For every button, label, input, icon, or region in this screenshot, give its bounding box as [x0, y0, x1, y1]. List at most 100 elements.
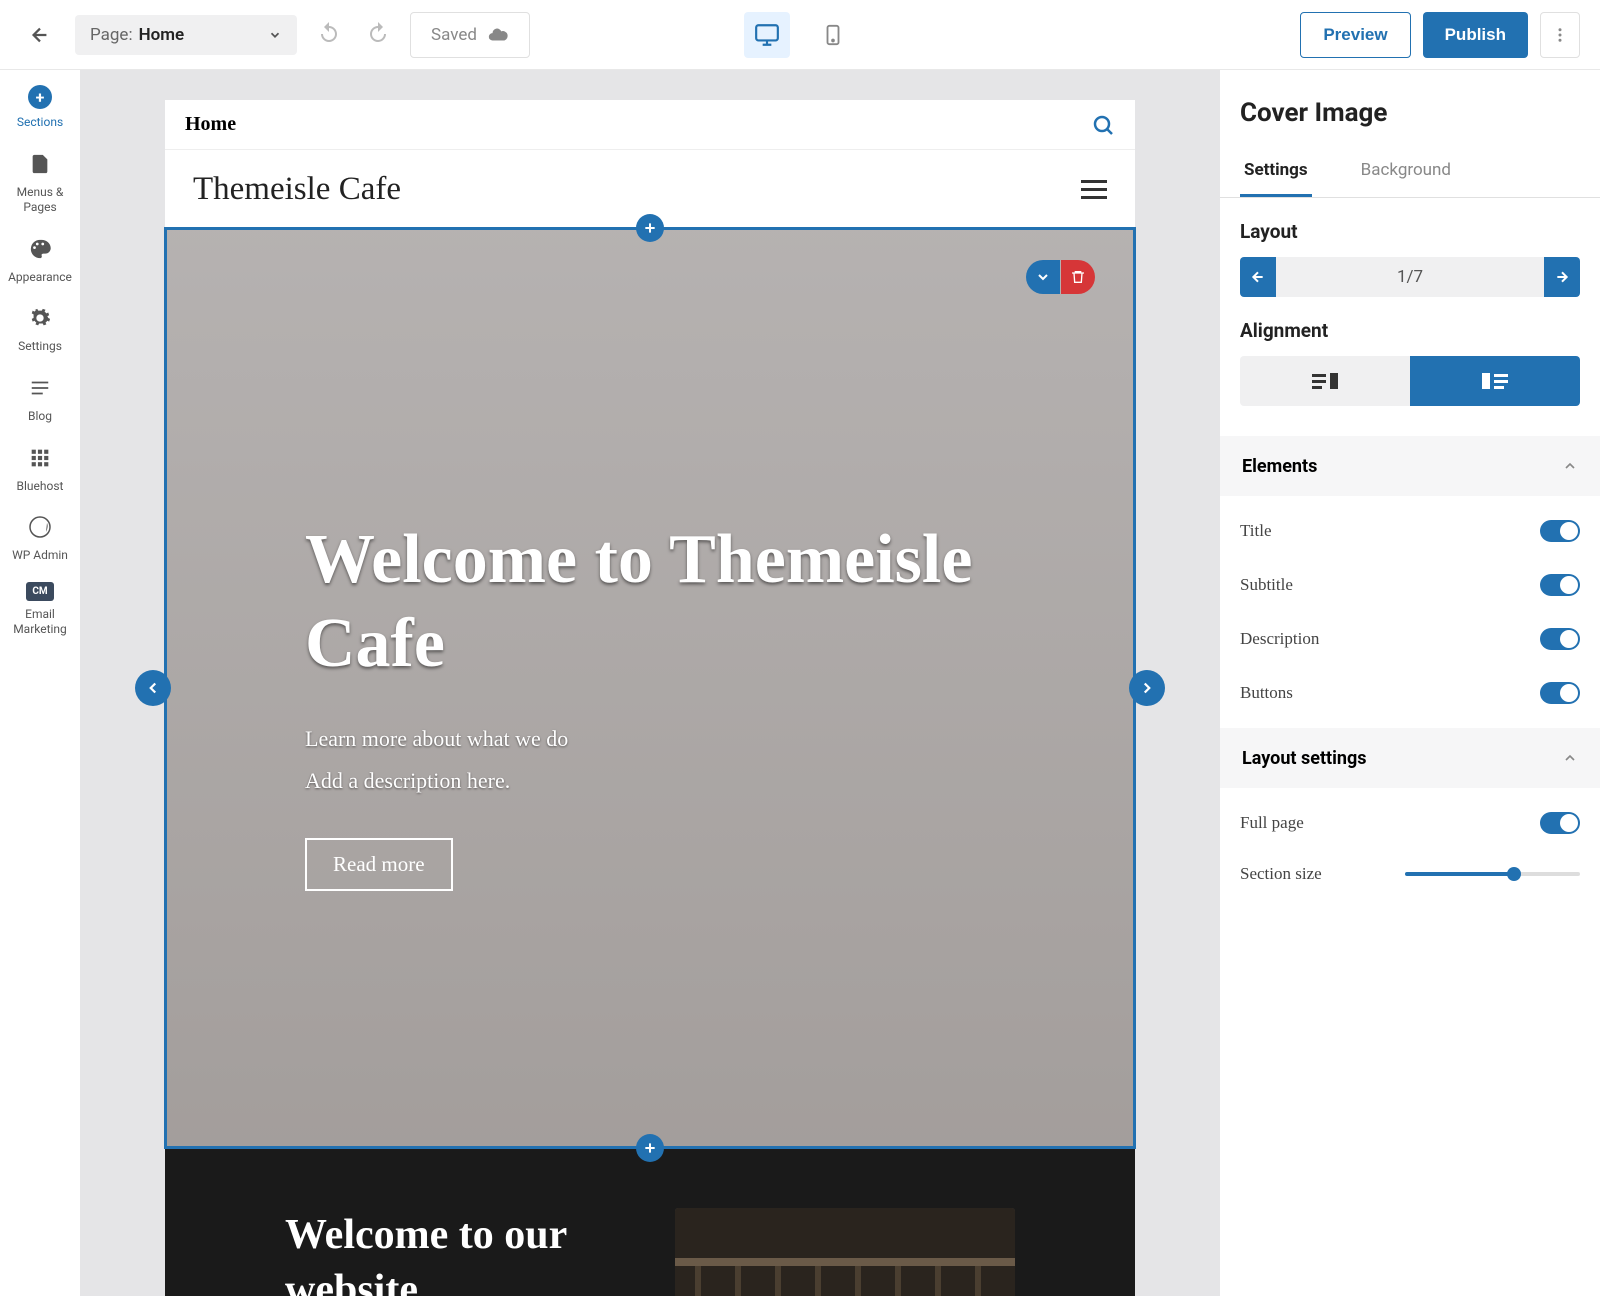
page-titlebar: Home [165, 100, 1135, 150]
add-section-below-button[interactable] [636, 1134, 664, 1162]
palette-icon [25, 234, 55, 264]
plus-icon [642, 1140, 658, 1156]
sidebar-label: WP Admin [12, 548, 68, 564]
alignment-switcher [1240, 356, 1580, 406]
toggle-label: Full page [1240, 813, 1304, 833]
preview-button[interactable]: Preview [1300, 12, 1410, 58]
tab-background[interactable]: Background [1357, 146, 1455, 197]
canvas-area: Home Themeisle Cafe [80, 70, 1220, 1296]
publish-button[interactable]: Publish [1423, 12, 1528, 58]
blog-icon [25, 373, 55, 403]
cover-cta-button[interactable]: Read more [305, 838, 453, 891]
left-sidebar: + Sections Menus & Pages Appearance Sett… [0, 70, 80, 1296]
layout-label: Layout [1220, 198, 1600, 257]
panel-title: Cover Image [1220, 70, 1600, 146]
align-left-icon [1482, 372, 1508, 390]
top-toolbar: Page: Home Saved Preview Publish [0, 0, 1600, 70]
arrow-left-icon [29, 24, 51, 46]
slider-label: Section size [1240, 864, 1322, 884]
sidebar-item-sections[interactable]: + Sections [17, 85, 63, 131]
cover-description[interactable]: Add a description here. [305, 768, 1075, 794]
redo-button[interactable] [366, 21, 390, 49]
panel-tabs: Settings Background [1220, 146, 1600, 198]
mobile-viewport-button[interactable] [810, 12, 856, 58]
toggle-label: Description [1240, 629, 1319, 649]
layout-prev-button[interactable] [1240, 257, 1276, 297]
sidebar-item-blog[interactable]: Blog [25, 373, 55, 425]
layout-next-button[interactable] [1544, 257, 1580, 297]
chevron-down-icon [268, 28, 282, 42]
next-section: Welcome to our website [165, 1148, 1135, 1296]
sidebar-label: Sections [17, 115, 63, 131]
sidebar-item-menus[interactable]: Menus & Pages [0, 149, 80, 216]
page-selector-value: Home [139, 25, 268, 45]
sidebar-item-bluehost[interactable]: Bluehost [17, 443, 64, 495]
subtitle-toggle[interactable] [1540, 574, 1580, 596]
layout-switcher: 1/7 [1240, 257, 1580, 297]
cover-title[interactable]: Welcome to Themeisle Cafe [305, 518, 1075, 686]
right-panel: Cover Image Settings Background Layout 1… [1220, 70, 1600, 1296]
chevron-right-icon [1138, 679, 1156, 697]
sidebar-label: Menus & Pages [0, 185, 80, 216]
sidebar-item-email-marketing[interactable]: CM Email Marketing [0, 582, 80, 638]
page-selector[interactable]: Page: Home [75, 15, 297, 55]
layout-counter: 1/7 [1276, 257, 1544, 297]
gear-icon [25, 303, 55, 333]
full-page-row: Full page [1240, 796, 1580, 850]
delete-section-button[interactable] [1061, 260, 1095, 294]
align-right-icon [1312, 372, 1338, 390]
toggle-label: Subtitle [1240, 575, 1293, 595]
sidebar-label: Blog [28, 409, 52, 425]
toggle-label: Title [1240, 521, 1272, 541]
cover-section[interactable]: Welcome to Themeisle Cafe Learn more abo… [165, 228, 1135, 1148]
description-toggle[interactable] [1540, 628, 1580, 650]
sidebar-item-appearance[interactable]: Appearance [8, 234, 72, 286]
elements-accordion-header[interactable]: Elements [1220, 436, 1600, 496]
next-section-image [675, 1208, 1015, 1296]
cloud-icon [487, 24, 509, 46]
align-right-button[interactable] [1240, 356, 1410, 406]
arrow-right-icon [1554, 269, 1570, 285]
elements-label: Elements [1242, 456, 1317, 477]
page-selector-label: Page: [90, 25, 133, 45]
cm-badge-icon: CM [26, 582, 53, 601]
full-page-toggle[interactable] [1540, 812, 1580, 834]
hamburger-menu-button[interactable] [1081, 180, 1107, 199]
save-status-label: Saved [431, 25, 477, 45]
next-section-title: Welcome to our website [285, 1208, 675, 1296]
toggle-label: Buttons [1240, 683, 1293, 703]
redo-icon [366, 21, 390, 45]
element-toggle-title: Title [1240, 504, 1580, 558]
layout-settings-accordion-header[interactable]: Layout settings [1220, 728, 1600, 788]
plus-circle-icon: + [28, 85, 52, 109]
align-left-button[interactable] [1410, 356, 1580, 406]
element-toggle-subtitle: Subtitle [1240, 558, 1580, 612]
undo-button[interactable] [317, 21, 341, 49]
prev-section-button[interactable] [135, 670, 171, 706]
section-options-button[interactable] [1026, 260, 1060, 294]
back-button[interactable] [20, 15, 60, 55]
next-section-button[interactable] [1129, 670, 1165, 706]
sidebar-label: Email Marketing [0, 607, 80, 638]
cover-subtitle[interactable]: Learn more about what we do [305, 726, 1075, 752]
wordpress-icon [25, 512, 55, 542]
plus-icon [642, 220, 658, 236]
save-status: Saved [410, 12, 530, 58]
buttons-toggle[interactable] [1540, 682, 1580, 704]
title-toggle[interactable] [1540, 520, 1580, 542]
more-menu-button[interactable] [1540, 12, 1580, 58]
desktop-icon [754, 22, 780, 48]
site-title: Themeisle Cafe [193, 171, 401, 208]
desktop-viewport-button[interactable] [744, 12, 790, 58]
sidebar-item-settings[interactable]: Settings [18, 303, 62, 355]
add-section-above-button[interactable] [636, 214, 664, 242]
sidebar-item-wpadmin[interactable]: WP Admin [12, 512, 68, 564]
tab-settings[interactable]: Settings [1240, 146, 1312, 197]
element-toggle-description: Description [1240, 612, 1580, 666]
search-icon[interactable] [1091, 113, 1115, 137]
trash-icon [1070, 269, 1086, 285]
pages-icon [25, 149, 55, 179]
sidebar-label: Bluehost [17, 479, 64, 495]
section-size-slider[interactable] [1405, 872, 1580, 876]
chevron-up-icon [1562, 458, 1578, 474]
